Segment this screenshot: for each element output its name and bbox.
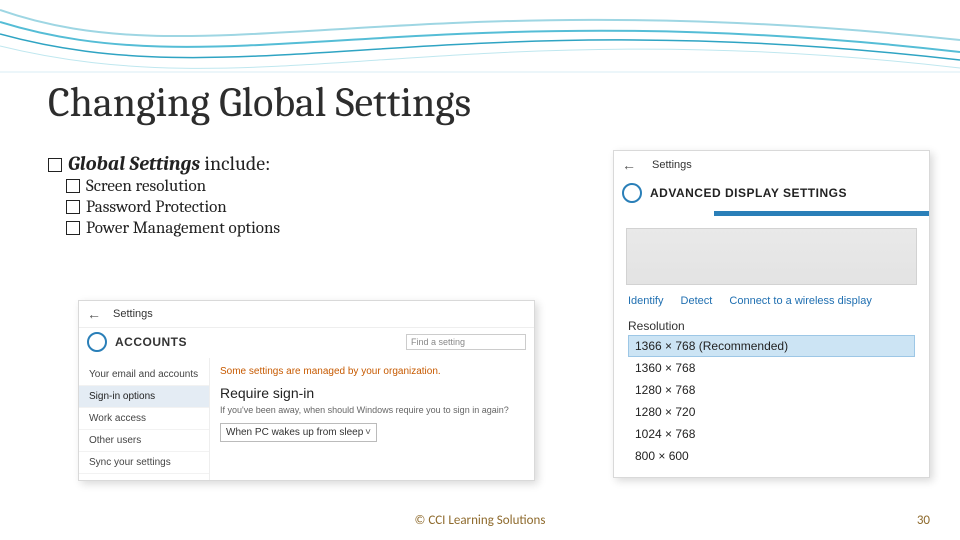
lead-text: Global Settings include: [68,152,270,175]
nav-item-work-access[interactable]: Work access [79,408,209,430]
org-managed-warning: Some settings are managed by your organi… [220,366,524,377]
resolution-list: 1366 × 768 (Recommended) 1360 × 768 1280… [614,335,929,477]
back-arrow-icon[interactable] [87,306,101,322]
slide-body: Global Settings include: Screen resoluti… [48,150,498,240]
require-signin-desc: If you've been away, when should Windows… [220,405,524,417]
resolution-option[interactable]: 800 × 600 [628,445,915,467]
screenshot-accounts-settings: Settings ACCOUNTS Find a setting Your em… [78,300,535,481]
footer-copyright: © CCI Learning Solutions [0,513,960,528]
accounts-body: Your email and accounts Sign-in options … [79,358,534,480]
accent-strip [714,211,929,216]
link-identify[interactable]: Identify [628,295,663,307]
nav-item-sync-settings[interactable]: Sync your settings [79,452,209,474]
bullet-box-icon [66,200,80,214]
advanced-display-title: ADVANCED DISPLAY SETTINGS [650,186,847,200]
accounts-title: ACCOUNTS [115,335,187,349]
slide-title: Changing Global Settings [48,78,471,127]
require-signin-heading: Require sign-in [220,385,524,401]
accounts-main: Some settings are managed by your organi… [210,358,534,480]
resolution-label: Resolution [614,313,929,335]
bullet-item: Screen resolution [86,177,206,196]
resolution-option[interactable]: 1280 × 768 [628,379,915,401]
screenshot-advanced-display-settings: Settings ADVANCED DISPLAY SETTINGS Ident… [613,150,930,478]
bullet-item: Power Management options [86,219,280,238]
resolution-option[interactable]: 1360 × 768 [628,357,915,379]
bullet-box-icon [48,158,62,172]
resolution-option[interactable]: 1024 × 768 [628,423,915,445]
require-signin-dropdown[interactable]: When PC wakes up from sleep [220,423,377,442]
settings-label: Settings [652,159,692,171]
bullet-item: Password Protection [86,198,227,217]
gear-icon [622,183,642,203]
find-setting-input[interactable]: Find a setting [406,334,526,350]
slide-theme-waves [0,0,960,90]
bullet-box-icon [66,221,80,235]
chevron-down-icon [365,427,371,438]
bullet-box-icon [66,179,80,193]
display-preview [626,228,917,285]
link-connect-wireless[interactable]: Connect to a wireless display [729,295,871,307]
slide-number: 30 [917,513,930,528]
link-detect[interactable]: Detect [681,295,713,307]
accounts-nav: Your email and accounts Sign-in options … [79,358,210,480]
back-arrow-icon[interactable] [622,157,636,173]
nav-item-other-users[interactable]: Other users [79,430,209,452]
dropdown-value: When PC wakes up from sleep [226,427,363,438]
lead-strong: Global Settings [68,152,200,175]
lead-rest: include: [200,152,270,175]
gear-icon [87,332,107,352]
resolution-option[interactable]: 1280 × 720 [628,401,915,423]
display-links: Identify Detect Connect to a wireless di… [614,293,929,313]
resolution-option[interactable]: 1366 × 768 (Recommended) [628,335,915,357]
nav-item-email-accounts[interactable]: Your email and accounts [79,364,209,386]
settings-label: Settings [113,308,153,320]
nav-item-signin-options[interactable]: Sign-in options [79,386,209,408]
